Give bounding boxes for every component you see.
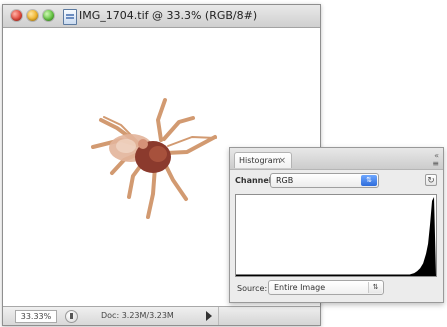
channel-value: RGB <box>276 176 294 185</box>
document-icon <box>63 9 77 25</box>
source-dropdown-icon: ⇅ <box>368 282 382 293</box>
document-size-text: Doc: 3.23M/3.23M <box>101 311 174 320</box>
zoom-window-icon[interactable] <box>43 10 54 21</box>
channel-select[interactable]: RGB ⇅ <box>270 173 379 188</box>
source-value: Entire Image <box>274 283 326 292</box>
histogram-svg <box>236 196 436 276</box>
histogram-panel-header: Histogram × « ≡ <box>230 148 443 170</box>
window-titlebar[interactable]: IMG_1704.tif @ 33.3% (RGB/8#) <box>3 5 320 28</box>
document-title: IMG_1704.tif @ 33.3% (RGB/8#) <box>79 9 258 22</box>
channel-dropdown-icon: ⇅ <box>361 175 377 186</box>
refresh-icon[interactable]: ↻ <box>425 174 437 186</box>
histogram-tab-label: Histogram <box>239 156 281 165</box>
histogram-graph <box>235 194 437 277</box>
source-select[interactable]: Entire Image ⇅ <box>268 280 384 295</box>
tab-histogram[interactable]: Histogram × <box>234 152 292 168</box>
play-arrow-icon[interactable] <box>206 311 212 321</box>
histogram-panel[interactable]: Histogram × « ≡ Channel: RGB ⇅ ↻ Source:… <box>229 147 444 303</box>
close-window-icon[interactable] <box>11 10 22 21</box>
panel-menu-icon[interactable]: ≡ <box>432 160 439 168</box>
source-label: Source: <box>237 284 268 293</box>
zoom-level-field[interactable]: 33.33% <box>15 310 57 323</box>
close-tab-icon[interactable]: × <box>278 153 286 169</box>
status-icon[interactable] <box>65 310 78 323</box>
minimize-window-icon[interactable] <box>27 10 38 21</box>
horizontal-scrollbar[interactable] <box>218 307 320 325</box>
channel-label: Channel: <box>235 176 275 185</box>
